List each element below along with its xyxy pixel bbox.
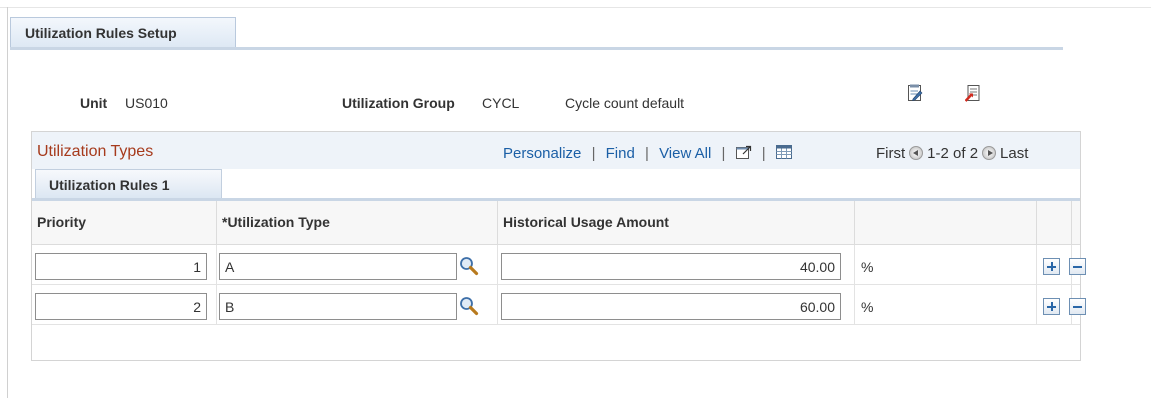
report-icon[interactable] [965,84,981,102]
grid-header: Utilization Types Personalize | Find | V… [32,131,1080,169]
priority-input[interactable] [35,253,207,280]
unit-cell [855,285,1037,325]
tab-utilization-rules-setup[interactable]: Utilization Rules Setup [10,17,236,48]
tab-label: Utilization Rules Setup [25,25,177,41]
column-header-historical-usage-amount: Historical Usage Amount [498,201,855,245]
separator: | [645,145,649,162]
grid-title: Utilization Types [37,143,154,160]
utilization-group-code: CYCL [482,95,520,111]
last-label: Last [1000,145,1029,162]
percent-label: % [861,259,874,275]
personalize-link[interactable]: Personalize [503,145,581,162]
top-border [0,7,1151,8]
add-row-icon[interactable] [1043,298,1060,315]
first-label: First [876,145,906,162]
find-link[interactable]: Find [606,145,635,162]
grid-nav: Personalize | Find | View All | | [503,145,792,162]
tab-utilization-rules-1[interactable]: Utilization Rules 1 [35,169,222,199]
utilization-type-input[interactable] [219,253,457,280]
subtab-label: Utilization Rules 1 [49,176,170,193]
separator: | [721,145,726,162]
historical-usage-amount-input[interactable] [501,293,841,320]
unit-label: Unit [80,95,108,111]
utilization-type-input[interactable] [219,293,457,320]
historical-usage-amount-input[interactable] [501,253,841,280]
percent-label: % [861,299,874,315]
utilization-group-description: Cycle count default [565,95,685,111]
spreadsheet-icon[interactable] [775,145,792,159]
utilization-group-label: Utilization Group [342,95,455,111]
column-header-utilization-type: *Utilization Type [217,201,498,245]
column-header-priority: Priority [32,201,217,245]
delete-row-icon[interactable] [1069,258,1086,275]
grid-pager: First 1-2 of 2 Last [876,145,1028,162]
separator: | [591,145,596,162]
search-icon[interactable] [459,296,479,316]
left-border [7,7,8,398]
view-all-link[interactable]: View All [659,145,711,162]
notepad-edit-icon[interactable] [907,84,923,102]
delete-row-icon[interactable] [1069,298,1086,315]
column-header-delete [1072,201,1080,245]
row-range: 1-2 of 2 [927,145,979,162]
next-icon[interactable] [982,146,997,160]
column-header-unit [855,201,1037,245]
priority-input[interactable] [35,293,207,320]
unit-value: US010 [125,95,168,111]
add-row-icon[interactable] [1043,258,1060,275]
unit-cell [855,245,1037,285]
utilization-types-grid: Utilization Types Personalize | Find | V… [31,131,1086,361]
new-window-icon[interactable] [735,145,752,159]
search-icon[interactable] [459,256,479,276]
tab-underline [10,47,1063,50]
previous-icon[interactable] [909,146,924,160]
separator: | [761,145,766,162]
column-header-add [1037,201,1072,245]
